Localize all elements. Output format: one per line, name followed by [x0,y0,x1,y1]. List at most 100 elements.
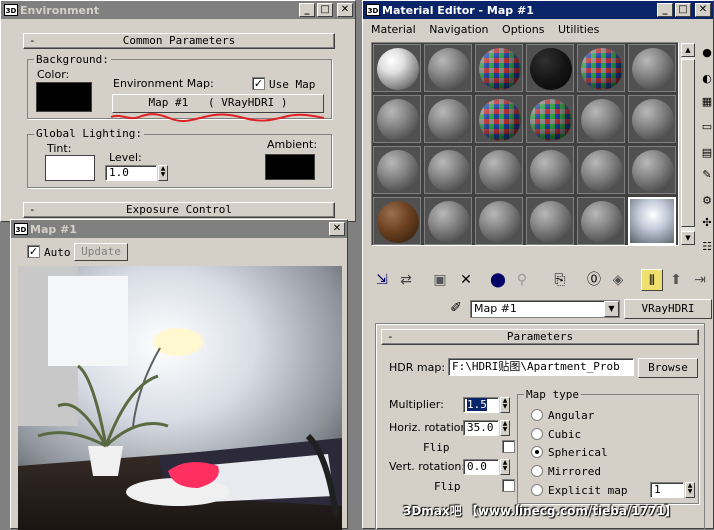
common-parameters-rollout[interactable]: - Common Parameters [23,33,335,49]
horiz-flip-checkbox[interactable] [502,440,515,453]
tint-color-swatch[interactable] [45,155,95,181]
environment-titlebar[interactable]: 3D Environment _ □ ✕ [1,1,355,19]
multiplier-spinner[interactable]: ▲ ▼ [500,397,510,413]
sample-slot[interactable] [424,197,472,245]
put-to-library-icon[interactable]: ⎘ [549,269,571,291]
parameters-rollout[interactable]: - Parameters [381,329,699,345]
sample-slot[interactable] [628,95,676,143]
sample-slot[interactable] [577,197,625,245]
radio-cubic[interactable] [531,428,543,440]
sample-slot[interactable] [373,95,421,143]
get-material-icon[interactable]: ⇲ [371,269,393,291]
material-sphere-preview [377,99,419,141]
close-button[interactable]: ✕ [329,222,345,236]
scroll-thumb[interactable] [681,59,695,227]
explicit-channel-field[interactable]: 1 [650,482,684,498]
close-button[interactable]: ✕ [695,3,711,17]
vert-rotation-spinner[interactable]: ▲ ▼ [500,459,510,475]
environment-window: 3D Environment _ □ ✕ - Common Parameters… [0,0,356,222]
menu-utilities[interactable]: Utilities [558,23,599,36]
browse-button[interactable]: Browse [638,358,698,378]
put-to-scene-icon[interactable]: ⇄ [395,269,417,291]
select-by-material-icon[interactable]: ✣ [699,215,714,231]
sample-slot[interactable] [424,44,472,92]
reset-map-icon[interactable]: ✕ [455,269,477,291]
material-effects-channel-icon[interactable]: ⓪ [583,269,605,291]
slots-scrollbar[interactable]: ▲ ▼ [681,43,695,245]
go-to-parent-icon[interactable]: ⬆ [665,269,687,291]
pick-material-from-object-icon[interactable]: ✐ [445,297,467,319]
sample-slot[interactable] [526,197,574,245]
ambient-color-swatch[interactable] [265,154,315,180]
menu-material[interactable]: Material [371,23,416,36]
horiz-rotation-spinner[interactable]: ▲ ▼ [500,420,510,436]
material-editor-titlebar[interactable]: 3D Material Editor - Map #1 _ □ ✕ [363,1,713,19]
material-sphere-preview [630,199,674,243]
hdr-map-path-field[interactable]: F:\HDRI贴图\Apartment_Prob [448,358,634,376]
sample-slot[interactable] [373,146,421,194]
map-type-label: Map type [524,388,581,401]
sample-slot[interactable] [577,95,625,143]
sample-slot[interactable] [577,146,625,194]
video-color-icon[interactable]: ▤ [699,145,714,161]
minimize-button[interactable]: _ [299,3,315,17]
sample-slot[interactable] [577,44,625,92]
sample-slot[interactable] [628,44,676,92]
sample-slot[interactable] [475,146,523,194]
level-field[interactable]: 1.0 [105,165,157,181]
material-sphere-preview [581,99,623,141]
make-unique-icon[interactable]: ⚲ [511,269,533,291]
multiplier-field[interactable]: 1.5 [463,397,499,413]
use-map-checkbox[interactable]: ✓ [252,77,265,90]
menu-options[interactable]: Options [502,23,544,36]
sample-slot[interactable] [526,146,574,194]
auto-checkbox[interactable]: ✓ [27,245,40,258]
level-spinner[interactable]: ▲ ▼ [158,165,168,181]
sample-slot[interactable] [475,44,523,92]
sample-slot[interactable] [424,95,472,143]
material-navigator-icon[interactable]: ☷ [699,239,714,255]
sample-type-icon[interactable]: ● [699,45,714,61]
background-checker-icon[interactable]: ▦ [699,94,714,110]
map-name-field[interactable]: Map #1 ▼ [470,300,620,318]
sample-slot[interactable] [526,44,574,92]
sample-slot[interactable] [373,197,421,245]
chevron-down-icon[interactable]: ▼ [604,301,619,317]
sample-slot[interactable] [373,44,421,92]
radio-spherical[interactable] [531,446,543,458]
show-map-in-viewport-icon[interactable]: ◈ [607,269,629,291]
map-type-button[interactable]: VRayHDRI [624,299,712,319]
radio-angular[interactable] [531,409,543,421]
update-button[interactable]: Update [74,243,128,261]
backlight-icon[interactable]: ◐ [699,71,714,87]
explicit-channel-spinner[interactable]: ▲ ▼ [685,482,695,498]
options-icon[interactable]: ⚙ [699,193,714,209]
sample-uv-icon[interactable]: ▭ [699,119,714,135]
radio-mirrored[interactable] [531,465,543,477]
sample-slot[interactable] [475,95,523,143]
horiz-flip-label: Flip [423,441,450,454]
go-forward-to-sibling-icon[interactable]: ⇥ [689,269,711,291]
maximize-button[interactable]: □ [675,3,691,17]
map-preview-titlebar[interactable]: 3D Map #1 ✕ [11,220,347,238]
make-copy-icon[interactable]: ⬤ [487,269,509,291]
background-color-swatch[interactable] [36,82,92,112]
sample-slot[interactable] [424,146,472,194]
menu-navigation[interactable]: Navigation [429,23,488,36]
minimize-button[interactable]: _ [657,3,673,17]
make-preview-icon[interactable]: ✎ [699,167,714,183]
horiz-rotation-field[interactable]: 35.0 [463,420,499,436]
show-end-result-icon[interactable]: ⫴ [641,269,663,291]
vert-flip-checkbox[interactable] [502,479,515,492]
sample-slot[interactable] [628,146,676,194]
sample-slot[interactable] [475,197,523,245]
maximize-button[interactable]: □ [317,3,333,17]
vert-rotation-field[interactable]: 0.0 [463,459,499,475]
close-button[interactable]: ✕ [337,3,353,17]
sample-slot[interactable] [628,197,676,245]
sample-slot[interactable] [526,95,574,143]
map-preview-title: Map #1 [30,222,77,236]
exposure-control-rollout[interactable]: - Exposure Control [23,202,335,218]
radio-explicit-map[interactable] [531,484,543,496]
assign-to-selection-icon[interactable]: ▣ [429,269,451,291]
